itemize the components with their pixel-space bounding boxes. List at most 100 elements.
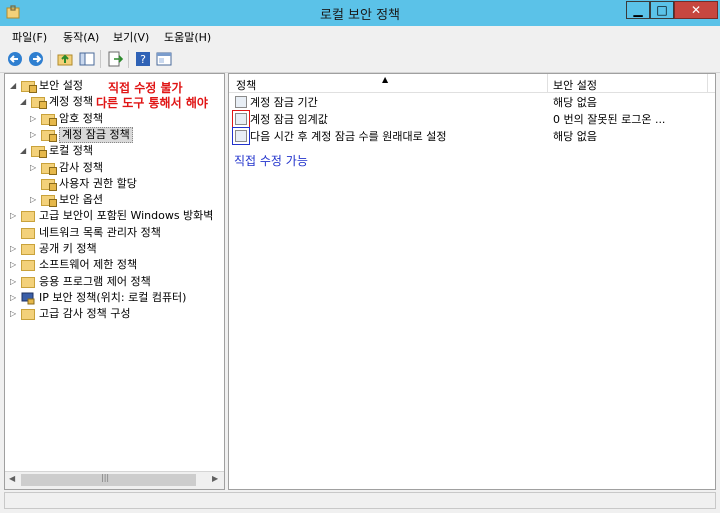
menu-bar: 파일(F) 동작(A) 보기(V) 도움말(H) (0, 26, 720, 46)
expand-toggle-icon[interactable]: ▷ (30, 111, 38, 127)
tree-item-label: 공개 키 정책 (39, 242, 97, 255)
tree-item[interactable]: ▷ 암호 정책 (5, 111, 224, 127)
export-list-icon[interactable] (106, 50, 124, 68)
show-hide-console-tree-icon[interactable] (78, 50, 96, 68)
tree-item-label: 계정 정책 (49, 95, 93, 109)
policy-value: 0 번의 잘못된 로그온 ... (553, 113, 666, 126)
policy-name: 계정 잠금 임계값 (250, 113, 328, 126)
close-button[interactable]: ✕ (674, 1, 718, 19)
help-icon[interactable]: ? (134, 50, 152, 68)
window-title: 로컬 보안 정책 (319, 8, 401, 23)
tree-item[interactable]: ▷ 계정 잠금 정책 (5, 126, 224, 143)
svg-text:?: ? (140, 53, 146, 66)
policy-name: 계정 잠금 기간 (250, 96, 318, 109)
back-arrow-icon[interactable] (6, 50, 24, 68)
console-tree-pane[interactable]: ◢ 보안 설정 ◢ 계정 정책 ▷ 암호 정책 ▷ 계정 잠금 정책 ◢ 로컬 정책 ▷ 감사 정책 사… (4, 73, 225, 490)
expand-toggle-icon[interactable]: ▷ (10, 290, 18, 306)
tree-item-label: 네트워크 목록 관리자 정책 (39, 225, 161, 239)
policy-value: 해당 없음 (553, 130, 597, 143)
folder-icon (21, 276, 35, 288)
policy-row[interactable]: 계정 잠금 임계값 0 번의 잘못된 로그온 ... (229, 111, 715, 128)
status-bar (4, 492, 716, 509)
tree-item[interactable]: ▷ 고급 감사 정책 구성 (5, 306, 224, 322)
forward-arrow-icon[interactable] (27, 50, 45, 68)
policy-row[interactable]: 계정 잠금 기간 해당 없음 (229, 94, 715, 111)
toolbar-separator (50, 50, 51, 68)
tree-item-label: 감사 정책 (59, 160, 103, 174)
tree-item[interactable]: 사용자 권한 할당 (5, 176, 224, 192)
column-header-setting[interactable]: 보안 설정 (553, 77, 597, 93)
security-folder-icon (41, 178, 57, 191)
tree-item-label: 사용자 권한 할당 (59, 176, 137, 190)
expand-toggle-icon[interactable]: ▷ (30, 127, 38, 143)
security-folder-icon (41, 195, 57, 208)
annotation-editable: 직접 수정 가능 (234, 154, 308, 168)
tree-item-label: 보안 옵션 (59, 193, 103, 207)
column-divider[interactable] (707, 74, 708, 92)
policy-name: 다음 시간 후 계정 잠금 수를 원래대로 설정 (250, 130, 447, 143)
security-folder-icon (21, 81, 37, 93)
horizontal-scrollbar[interactable]: ◀ ||| ▶ (5, 471, 224, 489)
tree-item[interactable]: ▷ 보안 옵션 (5, 192, 224, 208)
policy-row[interactable]: 다음 시간 후 계정 잠금 수를 원래대로 설정 해당 없음 (229, 128, 715, 145)
tree-item[interactable]: ▷ 고급 보안이 포함된 Windows 방화벽 (5, 208, 224, 224)
tree-item-label: 응용 프로그램 제어 정책 (39, 274, 151, 288)
title-bar: 로컬 보안 정책 ▁ □ ✕ (0, 0, 720, 26)
tree-item-label: IP 보안 정책(위치: 로컬 컴퓨터) (39, 290, 187, 304)
scrollbar-grip: ||| (101, 473, 110, 482)
tree-item[interactable]: ▷ 응용 프로그램 제어 정책 (5, 274, 224, 290)
properties-window-icon[interactable] (155, 50, 173, 68)
menu-file[interactable]: 파일(F) (12, 29, 47, 45)
tree-item[interactable]: ▷ 소프트웨어 제한 정책 (5, 257, 224, 273)
expand-toggle-icon[interactable]: ▷ (10, 257, 18, 273)
tree-item-label: 고급 감사 정책 구성 (39, 307, 131, 321)
expand-toggle-icon[interactable]: ▷ (10, 306, 18, 322)
menu-help[interactable]: 도움말(H) (164, 29, 211, 45)
toolbar-separator (128, 50, 129, 68)
tree-item[interactable]: ◢ 로컬 정책 (5, 143, 224, 159)
expand-toggle-icon[interactable]: ◢ (20, 94, 28, 110)
scroll-right-icon[interactable]: ▶ (212, 474, 218, 483)
folder-icon (21, 260, 35, 272)
policy-list-pane[interactable]: 정책 ▲ 보안 설정 계정 잠금 기간 해당 없음 계정 잠금 임계값 0 번의 잘못… (228, 73, 716, 490)
column-divider[interactable] (547, 74, 548, 92)
toolbar: ? (0, 46, 720, 73)
maximize-button[interactable]: □ (650, 1, 674, 19)
policy-setting-icon (235, 96, 247, 108)
expand-toggle-icon[interactable]: ▷ (10, 274, 18, 290)
expand-toggle-icon[interactable]: ▷ (10, 208, 18, 224)
tree-item[interactable]: ▷ 감사 정책 (5, 160, 224, 176)
folder-icon (21, 227, 35, 239)
toolbar-separator (100, 50, 101, 68)
tree-item[interactable]: 네트워크 목록 관리자 정책 (5, 225, 224, 241)
expand-toggle-icon[interactable]: ◢ (20, 143, 28, 159)
tree-item-label: 보안 설정 (39, 79, 83, 92)
expand-toggle-icon[interactable]: ▷ (30, 192, 38, 208)
security-folder-icon (41, 162, 57, 175)
tree-item[interactable]: ▷ IP 보안 정책(위치: 로컬 컴퓨터) (5, 290, 224, 306)
policy-value: 해당 없음 (553, 96, 597, 109)
annotation-other-tool: 다른 도구 통해서 해야 (96, 96, 208, 110)
tree-item[interactable]: ▷ 공개 키 정책 (5, 241, 224, 257)
expand-toggle-icon[interactable]: ◢ (10, 78, 18, 94)
tree-item-label: 소프트웨어 제한 정책 (39, 258, 138, 272)
security-folder-icon (31, 97, 47, 110)
expand-toggle-icon[interactable]: ▷ (10, 241, 18, 257)
tree-item-label: 고급 보안이 포함된 Windows 방화벽 (39, 209, 214, 223)
up-folder-icon[interactable] (56, 50, 74, 68)
menu-action[interactable]: 동작(A) (63, 29, 99, 45)
scrollbar-thumb[interactable]: ||| (21, 473, 196, 486)
column-header-policy[interactable]: 정책 (236, 77, 256, 93)
menu-view[interactable]: 보기(V) (113, 29, 149, 45)
expand-toggle-icon[interactable]: ▷ (30, 160, 38, 176)
folder-icon (21, 211, 35, 223)
annotation-blue-box (232, 127, 250, 145)
tree-item-label: 암호 정책 (59, 111, 103, 125)
folder-icon (21, 309, 35, 321)
minimize-button[interactable]: ▁ (626, 1, 650, 19)
security-folder-icon (41, 129, 57, 142)
scroll-left-icon[interactable]: ◀ (9, 474, 15, 483)
list-header: 정책 ▲ 보안 설정 (229, 74, 715, 93)
annotation-red-box (232, 110, 250, 128)
tree-item-label: 로컬 정책 (49, 144, 93, 158)
